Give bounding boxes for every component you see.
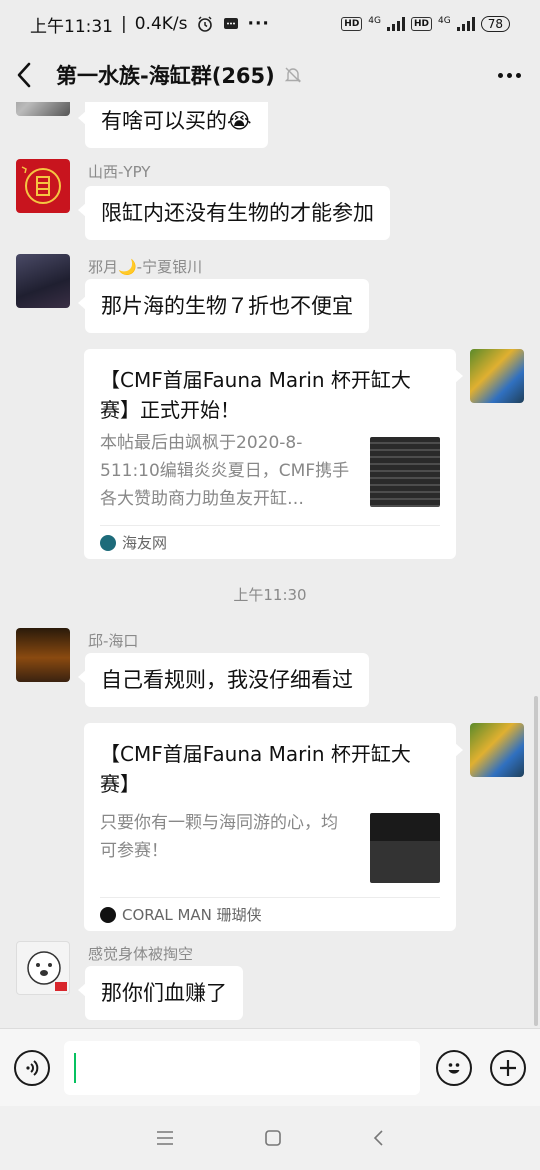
network-type: 4G <box>438 16 451 26</box>
chat-header: 第一水族-海缸群(265) <box>0 48 540 102</box>
more-button[interactable] <box>494 72 524 78</box>
smile-icon <box>448 1062 460 1074</box>
card-thumbnail <box>370 813 440 883</box>
input-bar <box>0 1028 540 1106</box>
card-title: 【CMF首届Fauna Marin 杯开缸大赛】正式开始！ <box>100 368 411 422</box>
card-description: 只要你有一颗与海同游的心，均可参赛！ <box>100 813 338 861</box>
card-source: CORAL MAN 珊瑚侠 <box>100 897 440 931</box>
sender-name: 感觉身体被掏空 <box>88 945 194 963</box>
message-bubble[interactable]: 限缸内还没有生物的才能参加 <box>78 186 390 240</box>
status-bar: 上午11:31 | 0.4K/s ··· HD 4G HD 4G 78 <box>0 0 540 48</box>
sender-name: 邪月🌙-宁夏银川 <box>88 258 203 276</box>
more-notifications-icon: ··· <box>247 14 270 34</box>
status-left: 上午11:31 | 0.4K/s ··· <box>30 12 270 37</box>
dot <box>497 72 503 78</box>
sender-name: 山西-YPY <box>88 163 151 181</box>
message-icon <box>223 18 238 29</box>
source-name: 海友网 <box>122 534 168 552</box>
link-card[interactable]: 【CMF首届Fauna Marin 杯开缸大赛】正式开始！ 本帖最后由飒枫于20… <box>84 349 463 559</box>
battery-indicator: 78 <box>480 16 510 32</box>
bell-off-icon <box>284 67 301 83</box>
hd-badge: HD <box>341 17 363 31</box>
message-text: 那你们血赚了 <box>101 981 227 1005</box>
message-text: 限缸内还没有生物的才能参加 <box>101 201 374 225</box>
text-caret <box>74 1052 76 1083</box>
message-bubble[interactable]: 自己看规则，我没仔细看过 <box>78 653 369 707</box>
source-logo-icon <box>100 534 116 551</box>
home-icon[interactable] <box>264 1129 282 1147</box>
card-body: 只要你有一颗与海同游的心，均可参赛！ <box>100 803 440 883</box>
clock: 上午11:31 <box>30 16 113 37</box>
network-type: 4G <box>368 16 381 26</box>
message-text: 自己看规则，我没仔细看过 <box>101 668 353 692</box>
avatar[interactable] <box>16 254 70 308</box>
alarm-icon <box>197 16 212 32</box>
message-text: 有啥可以买的😭 <box>101 109 252 133</box>
plus-icon <box>500 1059 516 1076</box>
plus-button[interactable] <box>490 1049 526 1086</box>
separator: | <box>121 14 127 34</box>
dot <box>506 72 512 78</box>
menu-icon[interactable] <box>156 1130 174 1146</box>
card-body: 本帖最后由飒枫于2020-8-511:10编辑炎炎夏日，CMF携手各大赞助商力助… <box>100 429 440 513</box>
source-name: CORAL MAN 珊瑚侠 <box>122 906 262 924</box>
source-logo-icon <box>100 906 116 923</box>
scrollbar[interactable] <box>534 696 538 1026</box>
message-bubble[interactable]: 那片海的生物７折也不便宜 <box>78 279 369 333</box>
avatar[interactable] <box>16 102 70 116</box>
avatar[interactable] <box>16 941 70 995</box>
voice-button[interactable] <box>14 1049 50 1086</box>
status-right: HD 4G HD 4G 78 <box>341 16 510 32</box>
time-separator: 上午11:30 <box>233 586 307 604</box>
avatar[interactable] <box>470 349 524 403</box>
avatar[interactable] <box>470 723 524 777</box>
signal-icon <box>387 17 405 31</box>
card-title: 【CMF首届Fauna Marin 杯开缸大赛】 <box>100 742 411 796</box>
back-button[interactable] <box>16 59 44 91</box>
signal-icon <box>456 17 475 31</box>
emoji-button[interactable] <box>436 1049 472 1086</box>
card-source: 海友网 <box>100 525 440 559</box>
card-thumbnail <box>370 437 440 507</box>
avatar[interactable] <box>16 628 70 682</box>
back-nav-icon[interactable] <box>372 1129 384 1147</box>
badge-emblem-icon <box>21 166 61 204</box>
hd-badge: HD <box>411 17 433 31</box>
message-input[interactable] <box>64 1040 420 1095</box>
cartoon-face-icon <box>27 951 67 991</box>
avatar[interactable] <box>16 159 70 213</box>
link-card[interactable]: 【CMF首届Fauna Marin 杯开缸大赛】 只要你有一颗与海同游的心，均可… <box>84 723 463 931</box>
dot <box>515 72 521 78</box>
voice-icon <box>26 1059 39 1076</box>
sender-name: 邱-海口 <box>88 632 139 650</box>
chat-title: 第一水族-海缸群(265) <box>56 64 275 88</box>
message-bubble[interactable]: 那你们血赚了 <box>78 966 243 1020</box>
system-navigation-bar <box>0 1106 540 1170</box>
message-list[interactable]: 有啥可以买的😭 山西-YPY 限缸内还没有生物的才能参加 邪月🌙-宁夏银川 那片… <box>0 102 540 1028</box>
message-text: 那片海的生物７折也不便宜 <box>101 294 353 318</box>
message-bubble[interactable]: 有啥可以买的😭 <box>78 102 268 148</box>
network-speed: 0.4K/s <box>134 14 188 34</box>
card-description: 本帖最后由飒枫于2020-8-511:10编辑炎炎夏日，CMF携手各大赞助商力助… <box>100 433 350 509</box>
chevron-left-icon <box>17 62 31 88</box>
